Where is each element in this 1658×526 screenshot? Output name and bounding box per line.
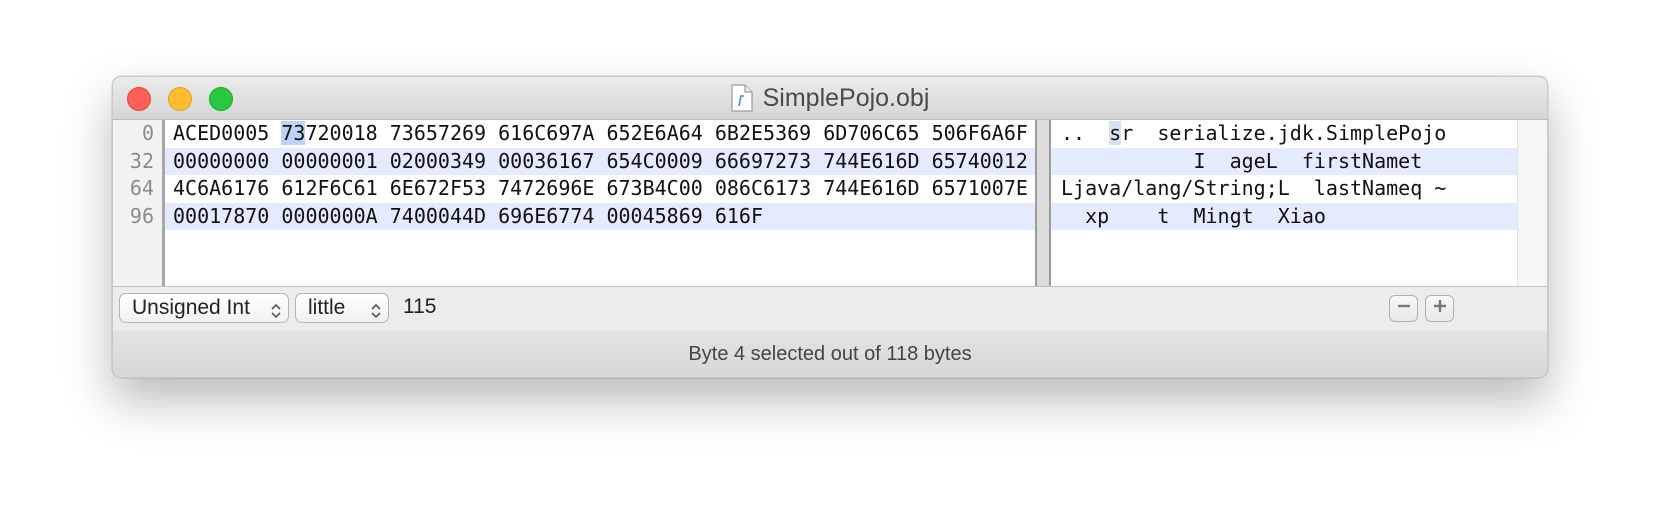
increase-button[interactable] — [1425, 295, 1454, 322]
hex-row-text: 00017870 0000000A 7400044D 696E6774 0004… — [173, 203, 764, 228]
offset-label: 64 — [129, 176, 154, 200]
pane-splitter[interactable] — [1035, 120, 1051, 286]
updown-chevron-icon — [370, 300, 382, 319]
ascii-row-text: I ageL firstNamet — [1061, 148, 1423, 173]
ascii-pane[interactable]: .. sr serialize.jdk.SimplePojo I ageL fi… — [1051, 120, 1517, 286]
endian-select-value: little — [308, 296, 346, 319]
minus-icon — [1397, 299, 1411, 318]
offset-gutter: 0 32 64 96 — [113, 120, 165, 286]
updown-chevron-icon — [270, 300, 282, 319]
hex-row[interactable]: ACED0005 73720018 73657269 616C697A 652E… — [165, 120, 1035, 148]
hex-row-text: 720018 73657269 616C697A 652E6A64 6B2E53… — [305, 121, 1028, 145]
editor-area: 0 32 64 96 ACED0005 73720018 73657269 61… — [113, 120, 1547, 286]
data-inspector-bar: Unsigned Int little 115 — [113, 286, 1547, 332]
offset-label: 32 — [129, 148, 154, 173]
hex-editor-window: SimplePojo.obj 0 32 64 96 ACED0005 73720… — [112, 76, 1548, 378]
ascii-row[interactable]: xp t Mingt Xiao — [1051, 202, 1517, 230]
hex-row-text: 00000000 00000001 02000349 00036167 654C… — [173, 148, 1028, 173]
ascii-row[interactable]: Ljava/lang/String;L lastNameq ~ — [1051, 175, 1517, 203]
decrease-button[interactable] — [1389, 295, 1418, 322]
title-bar[interactable]: SimplePojo.obj — [113, 77, 1547, 120]
status-text: Byte 4 selected out of 118 bytes — [688, 342, 972, 365]
ascii-row[interactable]: I ageL firstNamet — [1051, 147, 1517, 175]
selected-char[interactable]: s — [1109, 121, 1122, 145]
hex-row[interactable]: 00000000 00000001 02000349 00036167 654C… — [165, 147, 1035, 175]
ascii-row-text: xp t Mingt Xiao — [1061, 203, 1326, 228]
ascii-row-text: Ljava/lang/String;L lastNameq ~ — [1061, 176, 1447, 200]
offset-label: 96 — [129, 203, 154, 228]
selected-byte[interactable]: 73 — [281, 121, 306, 145]
ascii-row[interactable]: .. sr serialize.jdk.SimplePojo — [1051, 120, 1517, 148]
hex-row-text: ACED0005 — [173, 121, 282, 145]
title-group: SimplePojo.obj — [113, 77, 1547, 119]
ascii-row-text: .. — [1061, 121, 1110, 145]
hex-row[interactable]: 4C6A6176 612F6C61 6E672F53 7472696E 673B… — [165, 175, 1035, 203]
hex-row[interactable]: 00017870 0000000A 7400044D 696E6774 0004… — [165, 202, 1035, 230]
vertical-scrollbar[interactable] — [1517, 120, 1547, 286]
endian-select[interactable]: little — [295, 293, 389, 323]
plus-icon — [1433, 299, 1447, 318]
hex-row-text: 4C6A6176 612F6C61 6E672F53 7472696E 673B… — [173, 176, 1028, 200]
status-bar: Byte 4 selected out of 118 bytes — [113, 331, 1547, 377]
ascii-row-text: r serialize.jdk.SimplePojo — [1121, 121, 1447, 145]
hex-pane[interactable]: ACED0005 73720018 73657269 616C697A 652E… — [165, 120, 1035, 286]
inspector-value: 115 — [403, 295, 437, 318]
offset-label: 0 — [141, 121, 154, 145]
window-title: SimplePojo.obj — [762, 83, 930, 112]
document-icon — [731, 84, 753, 112]
type-select[interactable]: Unsigned Int — [119, 293, 289, 323]
type-select-value: Unsigned Int — [132, 296, 250, 319]
